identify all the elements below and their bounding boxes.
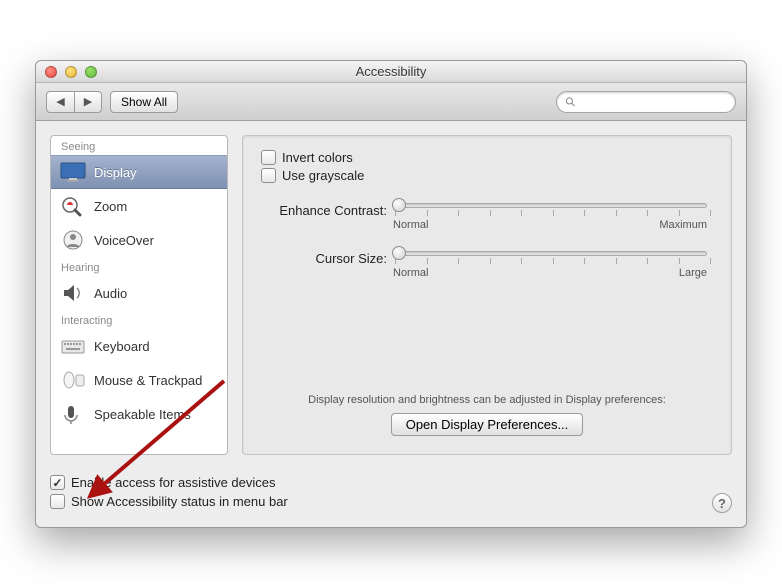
- forward-button[interactable]: ▶: [74, 91, 102, 113]
- slider-thumb-icon[interactable]: [392, 246, 406, 260]
- cursor-field: Cursor Size: Normal Large: [261, 251, 713, 279]
- contrast-label: Enhance Contrast:: [261, 203, 393, 218]
- contrast-slider[interactable]: [393, 203, 707, 208]
- cursor-min: Normal: [393, 267, 428, 279]
- triangle-left-icon: ◀: [56, 95, 64, 108]
- toolbar: ◀ ▶ Show All: [36, 83, 746, 121]
- triangle-right-icon: ▶: [84, 95, 92, 108]
- contrast-slider-wrap: Normal Maximum: [393, 203, 713, 231]
- slider-thumb-icon[interactable]: [392, 198, 406, 212]
- bottom-options: Enable access for assistive devices Show…: [36, 469, 746, 527]
- cursor-slider-wrap: Normal Large: [393, 251, 713, 279]
- contrast-max: Maximum: [659, 219, 707, 231]
- voiceover-icon: [60, 229, 86, 251]
- grayscale-checkbox[interactable]: [261, 168, 276, 183]
- titlebar: Accessibility: [36, 61, 746, 83]
- open-display-prefs-button[interactable]: Open Display Preferences...: [391, 413, 584, 436]
- sidebar-item-label: Speakable Items: [94, 407, 191, 422]
- cursor-slider[interactable]: [393, 251, 707, 256]
- show-status-row: Show Accessibility status in menu bar: [50, 494, 732, 509]
- show-status-label: Show Accessibility status in menu bar: [71, 494, 288, 509]
- sidebar-item-audio[interactable]: Audio: [51, 276, 227, 310]
- grayscale-label: Use grayscale: [282, 168, 364, 183]
- sidebar-item-display[interactable]: Display: [51, 155, 227, 189]
- invert-colors-label: Invert colors: [282, 150, 353, 165]
- cursor-label: Cursor Size:: [261, 251, 393, 266]
- contrast-min: Normal: [393, 219, 428, 231]
- show-all-button[interactable]: Show All: [110, 91, 178, 113]
- group-hearing: Hearing: [51, 257, 227, 276]
- settings-pane: Invert colors Use grayscale Enhance Cont…: [242, 135, 732, 455]
- sidebar-item-label: Keyboard: [94, 339, 150, 354]
- search-icon: [565, 96, 576, 108]
- sidebar-item-label: VoiceOver: [94, 233, 154, 248]
- display-hint: Display resolution and brightness can be…: [243, 394, 731, 406]
- speakable-icon: [60, 403, 86, 425]
- sidebar-item-zoom[interactable]: Zoom: [51, 189, 227, 223]
- sidebar-item-voiceover[interactable]: VoiceOver: [51, 223, 227, 257]
- search-input[interactable]: [580, 95, 727, 109]
- keyboard-icon: [60, 335, 86, 357]
- display-icon: [60, 161, 86, 183]
- enable-assistive-row: Enable access for assistive devices: [50, 475, 732, 490]
- sidebar-item-label: Zoom: [94, 199, 127, 214]
- sidebar-item-label: Mouse & Trackpad: [94, 373, 202, 388]
- sidebar: Seeing Display Zoom: [50, 135, 228, 455]
- zoom-icon: [60, 195, 86, 217]
- sidebar-item-keyboard[interactable]: Keyboard: [51, 329, 227, 363]
- content-area: Seeing Display Zoom: [36, 121, 746, 469]
- grayscale-row: Use grayscale: [261, 168, 713, 183]
- sidebar-item-speakable[interactable]: Speakable Items: [51, 397, 227, 431]
- invert-colors-row: Invert colors: [261, 150, 713, 165]
- sidebar-scroll[interactable]: Seeing Display Zoom: [51, 136, 227, 454]
- invert-colors-checkbox[interactable]: [261, 150, 276, 165]
- contrast-field: Enhance Contrast: Normal Maximum: [261, 203, 713, 231]
- group-seeing: Seeing: [51, 136, 227, 155]
- sidebar-item-mouse[interactable]: Mouse & Trackpad: [51, 363, 227, 397]
- mouse-icon: [60, 369, 86, 391]
- question-icon: ?: [718, 496, 726, 511]
- sidebar-item-label: Display: [94, 165, 137, 180]
- sidebar-item-label: Audio: [94, 286, 127, 301]
- open-display-prefs-label: Open Display Preferences...: [406, 417, 569, 432]
- enable-assistive-label: Enable access for assistive devices: [71, 475, 275, 490]
- back-button[interactable]: ◀: [46, 91, 74, 113]
- cursor-max: Large: [679, 267, 707, 279]
- group-interacting: Interacting: [51, 310, 227, 329]
- accessibility-window: Accessibility ◀ ▶ Show All Seeing Displa…: [35, 60, 747, 528]
- show-status-checkbox[interactable]: [50, 494, 65, 509]
- nav-group: ◀ ▶: [46, 91, 102, 113]
- show-all-label: Show All: [121, 95, 167, 109]
- window-title: Accessibility: [36, 64, 746, 79]
- help-button[interactable]: ?: [712, 493, 732, 513]
- search-field[interactable]: [556, 91, 736, 113]
- audio-icon: [60, 282, 86, 304]
- enable-assistive-checkbox[interactable]: [50, 475, 65, 490]
